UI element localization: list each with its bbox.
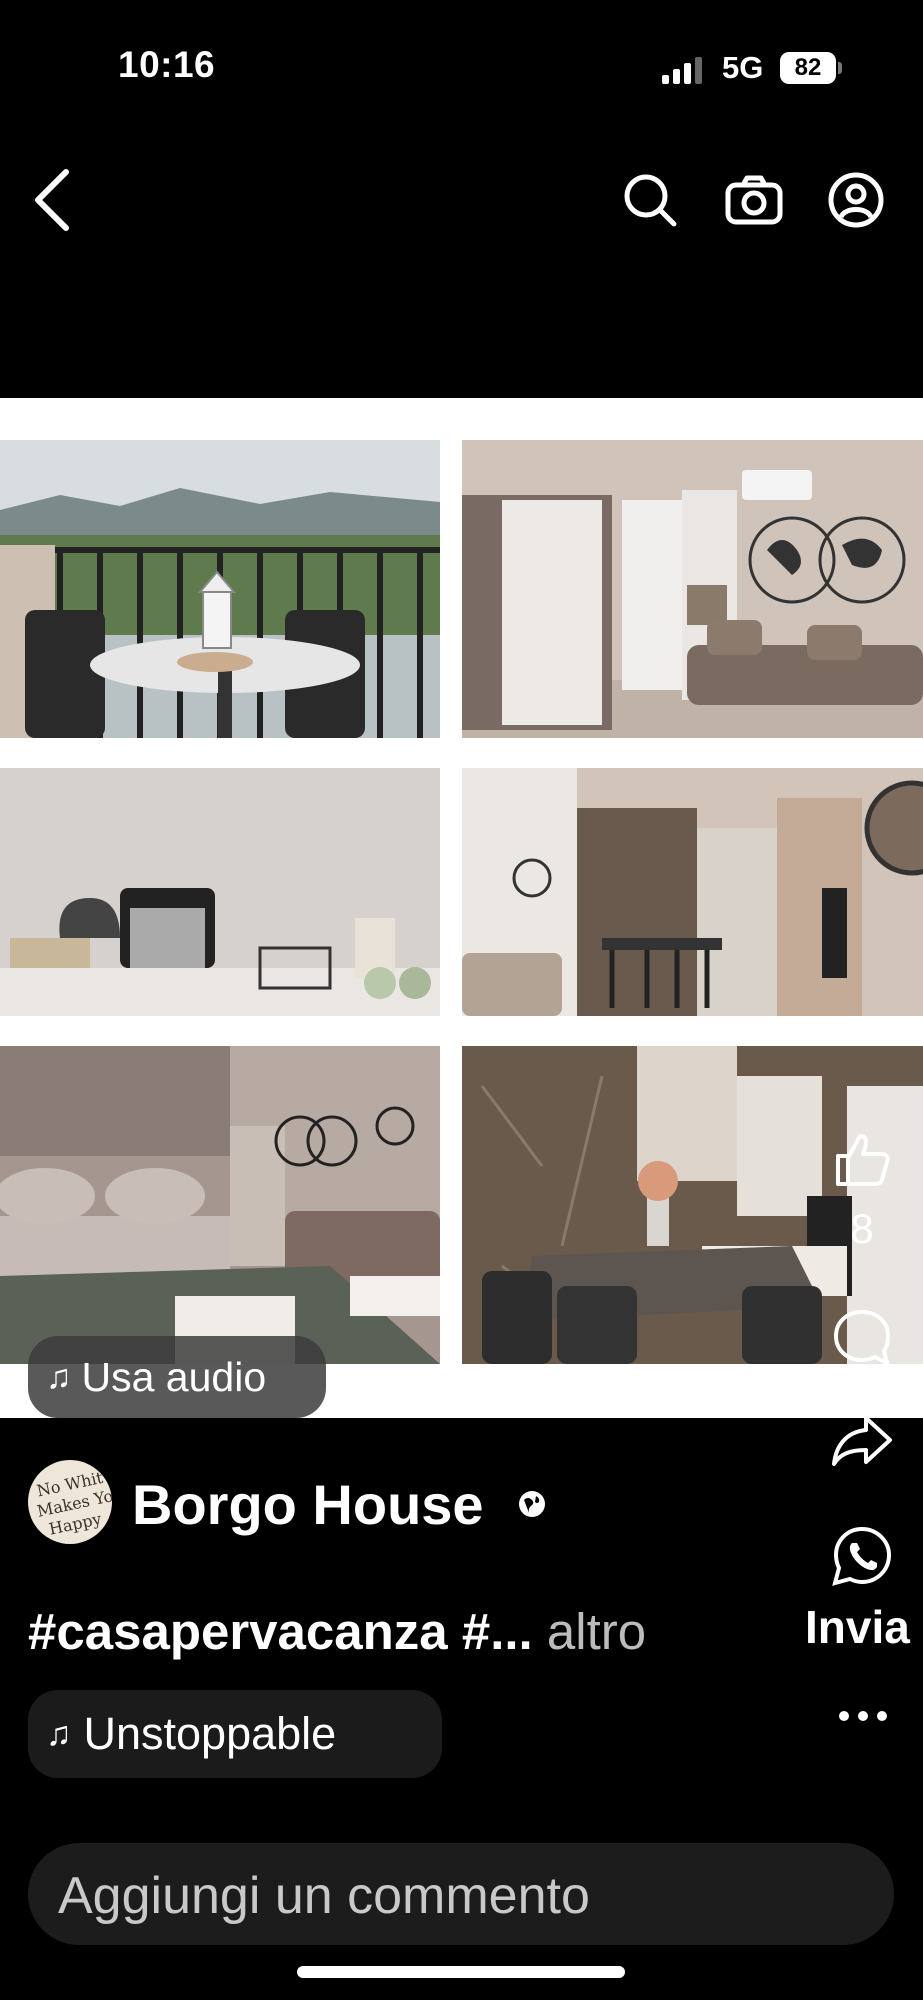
post-media[interactable]: ♫ Usa audio: [0, 398, 923, 1418]
caption-hashtags[interactable]: #casapervacanza #...: [28, 1603, 533, 1660]
search-icon: [624, 174, 677, 227]
music-title: Unstoppable: [83, 1708, 337, 1759]
battery-tip: [838, 62, 842, 74]
music-note-icon: ♫: [46, 1714, 72, 1753]
globe-icon: [518, 1490, 546, 1523]
chevron-left-icon: [35, 169, 69, 231]
thumbs-up-icon: [836, 1134, 890, 1186]
caption-more-link[interactable]: altro: [533, 1603, 646, 1660]
avatar-logo: No Whit Makes You Happy: [35, 1468, 112, 1539]
music-note-icon: ♫: [46, 1358, 72, 1396]
comment-button[interactable]: [830, 1306, 894, 1370]
send-label[interactable]: Invia: [805, 1600, 910, 1654]
post-caption[interactable]: #casapervacanza #... altro: [28, 1602, 646, 1661]
network-type: 5G: [722, 50, 764, 85]
whatsapp-send-button[interactable]: [830, 1524, 894, 1588]
comment-bubble-icon: [834, 1310, 890, 1365]
share-button[interactable]: [828, 1408, 896, 1472]
camera-icon: [725, 175, 783, 225]
photo-bedroom: [0, 1046, 440, 1364]
more-dots-icon: [839, 1711, 887, 1721]
use-audio-label: Usa audio: [81, 1353, 267, 1400]
signal-icon: [662, 56, 706, 84]
photo-terrace: [0, 440, 440, 738]
share-arrow-icon: [832, 1416, 892, 1466]
photo-living-room: [462, 440, 923, 738]
like-button[interactable]: [830, 1128, 894, 1192]
photo-kitchen-view: [462, 768, 923, 1016]
more-options-button[interactable]: [838, 1706, 888, 1726]
music-chip[interactable]: ♫ Unstoppable: [28, 1690, 442, 1778]
use-audio-button[interactable]: ♫ Usa audio: [28, 1336, 326, 1418]
camera-button[interactable]: [724, 170, 784, 230]
username[interactable]: Borgo House: [132, 1472, 484, 1537]
avatar[interactable]: No Whit Makes You Happy: [28, 1460, 112, 1544]
comment-placeholder: Aggiungi un commento: [58, 1867, 590, 1925]
profile-button[interactable]: [826, 170, 886, 230]
like-count: 8: [850, 1205, 874, 1252]
whatsapp-icon: [832, 1526, 892, 1586]
home-indicator: [297, 1966, 625, 1978]
status-time: 10:16: [118, 44, 216, 85]
back-button[interactable]: [22, 169, 82, 231]
photo-coffee-corner: [0, 768, 440, 1016]
profile-icon: [828, 172, 884, 228]
battery-icon: 82: [780, 52, 836, 84]
search-button[interactable]: [620, 170, 680, 230]
